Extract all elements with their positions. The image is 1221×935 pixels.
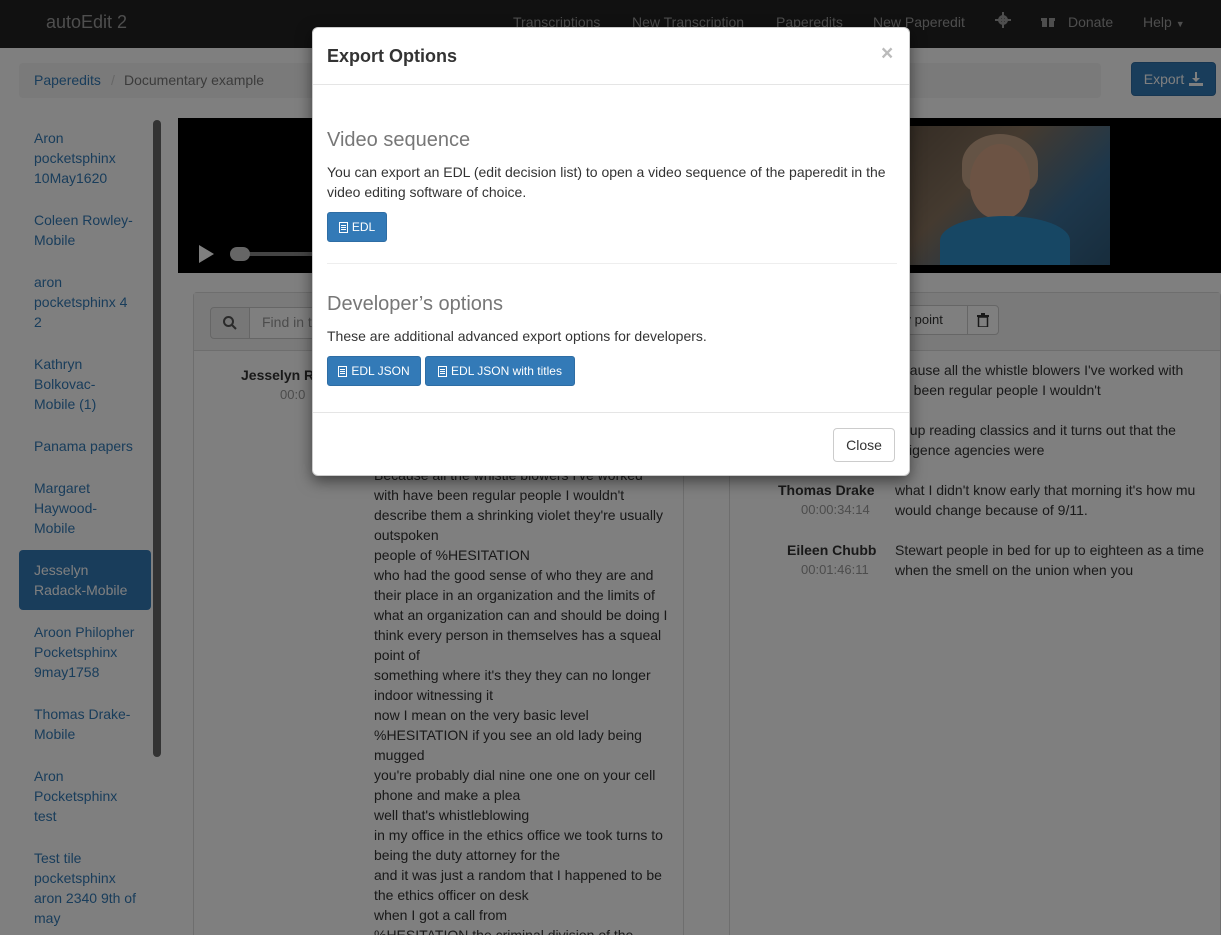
modal-title: Export Options: [327, 46, 457, 66]
edl-button[interactable]: EDL: [327, 212, 387, 242]
section-divider: [327, 263, 897, 264]
close-button[interactable]: Close: [833, 428, 895, 462]
edl-json-with-titles-button[interactable]: EDL JSON with titles: [425, 356, 575, 386]
video-sequence-heading: Video sequence: [327, 129, 471, 151]
modal-footer: Close: [313, 412, 909, 475]
edl-json-button-label: EDL JSON: [351, 364, 410, 378]
modal-header: Export Options ×: [313, 28, 909, 85]
export-options-modal: Export Options × Video sequence You can …: [312, 27, 910, 476]
close-icon[interactable]: ×: [881, 42, 893, 66]
developer-options-description: These are additional advanced export opt…: [327, 328, 707, 344]
edl-json-button[interactable]: EDL JSON: [327, 356, 421, 386]
edl-button-label: EDL: [351, 220, 376, 234]
edl-json-with-titles-button-label: EDL JSON with titles: [451, 364, 562, 378]
list-alt-icon: [338, 365, 348, 377]
list-alt-icon: [438, 365, 448, 377]
developer-options-heading: Developer’s options: [327, 293, 504, 315]
video-sequence-description: You can export an EDL (edit decision lis…: [327, 164, 886, 200]
list-alt-icon: [338, 221, 348, 233]
